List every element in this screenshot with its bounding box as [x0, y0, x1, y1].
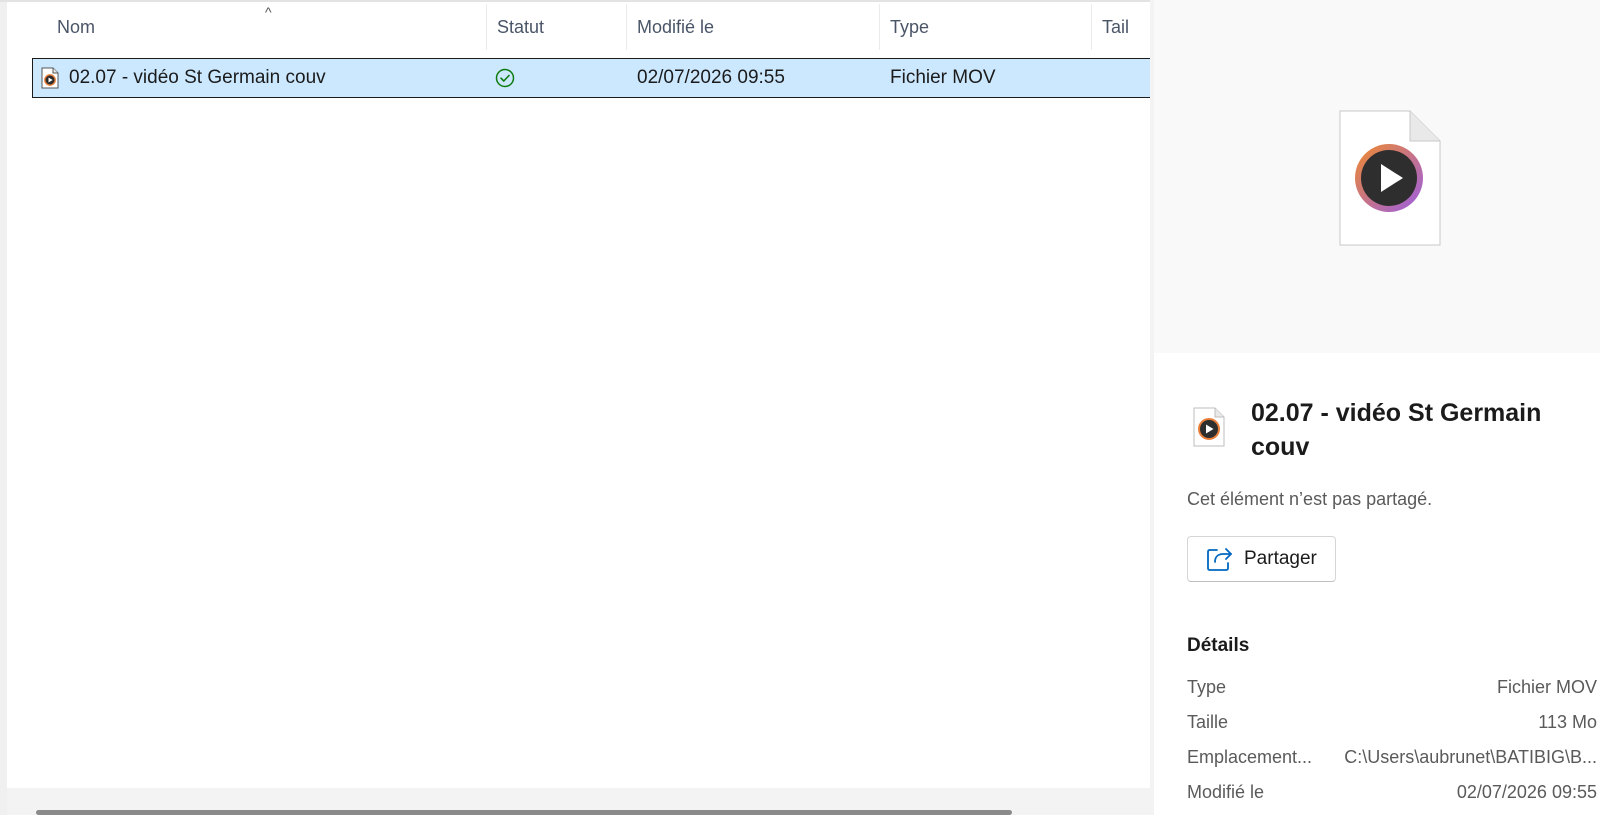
property-value: Fichier MOV: [1496, 677, 1597, 697]
share-button-label: Partager: [1244, 548, 1317, 569]
property-label: Modifié le: [1187, 782, 1265, 802]
file-type: Fichier MOV: [890, 67, 996, 88]
file-row-selected[interactable]: 02.07 - vidéo St Germain couv 02/07/2026…: [32, 58, 1150, 98]
column-header-type[interactable]: Type: [880, 4, 1092, 50]
details-section-heading: Détails: [1187, 635, 1250, 656]
file-modified: 02/07/2026 09:55: [637, 67, 785, 88]
sync-ok-icon: [495, 68, 515, 88]
share-icon: [1207, 548, 1232, 571]
details-file-title: 02.07 - vidéo St Germain couv: [1251, 399, 1542, 461]
property-label: Taille: [1187, 712, 1229, 732]
property-label: Type: [1187, 677, 1227, 697]
sort-ascending-icon: ^: [265, 4, 272, 20]
horizontal-scrollbar-thumb[interactable]: [36, 810, 1012, 815]
video-file-icon: [41, 67, 59, 89]
column-header-name-label: Nom: [57, 16, 96, 37]
column-header-status[interactable]: Statut: [487, 4, 627, 50]
property-value: 113 Mo: [1538, 712, 1597, 732]
column-header-size-label: Tail: [1102, 16, 1130, 37]
file-list-pane: Nom ^ Statut Modifié le Type Tail 02.07 …: [0, 0, 1150, 815]
column-header-status-label: Statut: [497, 16, 545, 37]
video-file-icon: [1193, 407, 1225, 447]
property-row-location: Emplacement... C:\Users\aubrunet\BATIBIG…: [1187, 747, 1597, 775]
property-value: 02/07/2026 09:55: [1456, 782, 1597, 802]
share-status-text: Cet élément n’est pas partagé.: [1187, 489, 1433, 509]
details-pane: 02.07 - vidéo St Germain couv Cet élémen…: [1154, 0, 1600, 815]
column-header-type-label: Type: [890, 16, 930, 37]
property-row-type: Type Fichier MOV: [1187, 677, 1597, 705]
property-label: Emplacement...: [1187, 747, 1313, 767]
file-name: 02.07 - vidéo St Germain couv: [69, 67, 326, 88]
property-row-size: Taille 113 Mo: [1187, 712, 1597, 740]
column-header-modified[interactable]: Modifié le: [627, 4, 880, 50]
column-header-modified-label: Modifié le: [637, 16, 715, 37]
preview-area: [1154, 0, 1600, 353]
file-explorer-window: Nom ^ Statut Modifié le Type Tail 02.07 …: [0, 0, 1600, 815]
navigation-pane-edge: [0, 2, 7, 815]
property-value[interactable]: C:\Users\aubrunet\BATIBIG\B...: [1344, 747, 1597, 768]
column-header-row: Nom ^ Statut Modifié le Type Tail: [7, 4, 1150, 50]
property-row-modified: Modifié le 02/07/2026 09:55: [1187, 782, 1597, 810]
column-header-size[interactable]: Tail: [1092, 4, 1150, 50]
video-file-large-icon: [1339, 110, 1441, 246]
share-button[interactable]: Partager: [1187, 536, 1336, 582]
